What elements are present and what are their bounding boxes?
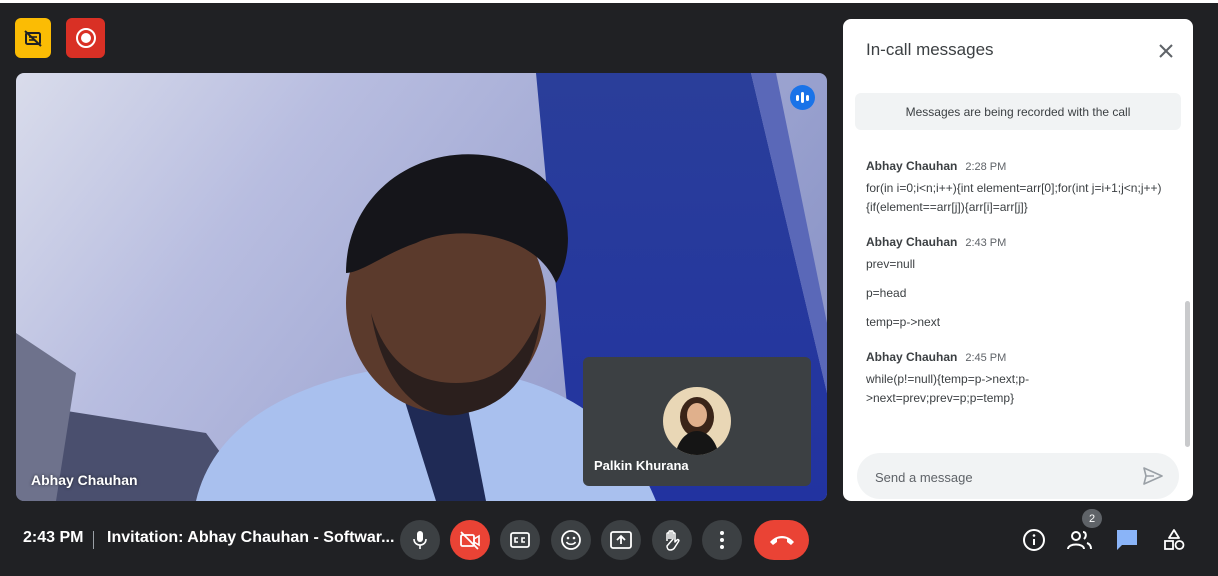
close-icon[interactable] — [1153, 38, 1179, 64]
send-icon[interactable] — [1141, 464, 1165, 488]
present-screen-icon[interactable] — [601, 520, 641, 560]
message-time: 2:45 PM — [965, 352, 1007, 364]
avatar — [663, 387, 731, 455]
chat-message: Abhay Chauhan 2:45 PM while(p!=null){temp… — [866, 350, 1166, 408]
message-text: temp=p->next — [866, 315, 941, 329]
mic-icon[interactable] — [400, 520, 440, 560]
raise-hand-icon[interactable] — [652, 520, 692, 560]
message-text: p=head — [866, 286, 907, 300]
message-text: while(p!=null){temp=p->next;p->next=prev… — [866, 372, 1030, 405]
chat-icon[interactable] — [1112, 525, 1142, 555]
recording-notice: Messages are being recorded with the cal… — [855, 93, 1181, 130]
message-text: for(in i=0;i<n;i++){int element=arr[0];f… — [866, 181, 1162, 214]
recording-icon[interactable] — [66, 18, 105, 58]
meeting-title: Invitation: Abhay Chauhan - Softwar... — [107, 529, 395, 546]
activities-icon[interactable] — [1159, 525, 1189, 555]
chat-panel: In-call messages Messages are being reco… — [843, 19, 1193, 501]
message-author: Abhay Chauhan — [866, 235, 958, 249]
divider — [93, 531, 94, 549]
more-options-icon[interactable] — [702, 520, 742, 560]
chat-scrollbar[interactable] — [1185, 301, 1190, 447]
speaking-indicator-icon — [790, 85, 815, 110]
chat-panel-title: In-call messages — [866, 40, 994, 59]
message-composer — [857, 453, 1179, 501]
message-input[interactable] — [873, 453, 1137, 501]
message-author: Abhay Chauhan — [866, 159, 958, 173]
end-call-icon[interactable] — [754, 520, 809, 560]
message-time: 2:43 PM — [965, 237, 1007, 249]
participant-count-badge: 2 — [1082, 509, 1102, 528]
captions-off-icon[interactable] — [15, 18, 51, 58]
info-icon[interactable] — [1019, 525, 1049, 555]
participant-tile[interactable]: Palkin Khurana — [583, 357, 811, 486]
chat-message: Abhay Chauhan 2:43 PM prev=null p=head te… — [866, 235, 1166, 332]
clock: 2:43 PM — [23, 529, 84, 546]
message-list: Abhay Chauhan 2:28 PM for(in i=0;i<n;i++)… — [866, 159, 1166, 426]
message-author: Abhay Chauhan — [866, 350, 958, 364]
captions-icon[interactable] — [500, 520, 540, 560]
message-time: 2:28 PM — [965, 161, 1007, 173]
message-text: prev=null — [866, 257, 916, 271]
people-icon[interactable] — [1065, 525, 1095, 555]
tile-participant-name: Palkin Khurana — [594, 458, 689, 473]
emoji-icon[interactable] — [551, 520, 591, 560]
main-participant-name: Abhay Chauhan — [31, 472, 138, 488]
top-border — [0, 0, 1218, 3]
camera-off-icon[interactable] — [450, 520, 490, 560]
chat-message: Abhay Chauhan 2:28 PM for(in i=0;i<n;i++)… — [866, 159, 1166, 217]
